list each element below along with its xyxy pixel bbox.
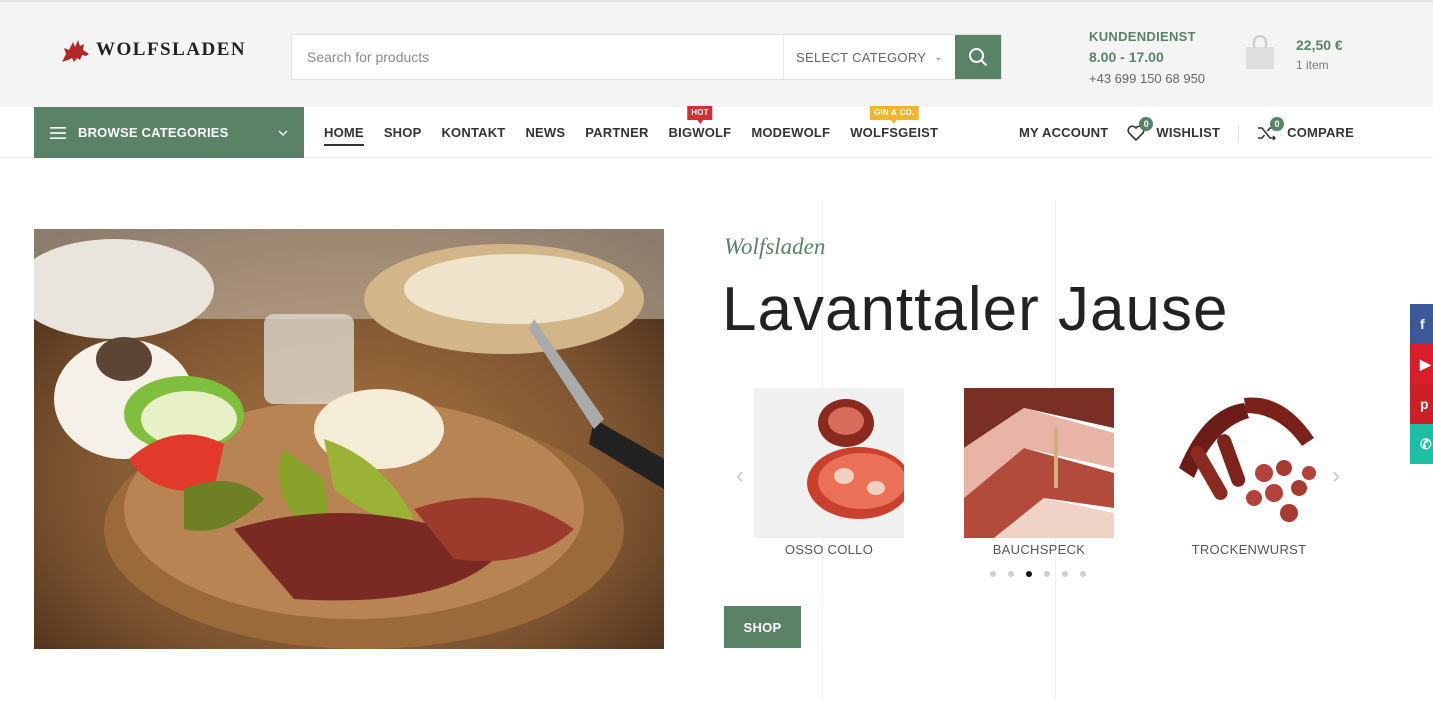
menu-list: HOME SHOP KONTAKT NEWS PARTNER HOT BIGWO… <box>324 106 939 158</box>
search-bar: SELECT CATEGORY ⌄ <box>291 34 1002 80</box>
search-input[interactable] <box>292 35 783 79</box>
cart-total: 22,50 € <box>1296 37 1343 53</box>
cart[interactable]: 22,50 € 1 item <box>1244 35 1343 75</box>
search-button[interactable] <box>955 35 1001 79</box>
nav-item-label: BIGWOLF <box>668 125 732 140</box>
nav-item-shop[interactable]: SHOP <box>384 119 422 146</box>
category-select-label: SELECT CATEGORY <box>796 49 927 65</box>
hamburger-icon <box>50 126 66 139</box>
search-icon <box>969 48 988 67</box>
chevron-down-icon: ⌄ <box>934 51 943 63</box>
carousel-dot[interactable] <box>1080 571 1086 577</box>
nav-item-home[interactable]: HOME <box>324 119 364 146</box>
wishlist-link[interactable]: 0 WISHLIST <box>1126 116 1221 143</box>
nav-item-label: PARTNER <box>585 125 649 140</box>
product-image[interactable] <box>964 388 1114 538</box>
wolf-icon <box>62 40 89 62</box>
gin-badge: GIN & CO. <box>869 106 919 124</box>
customer-service: KUNDENDIENST 8.00 - 17.00 +43 699 150 68… <box>1089 26 1205 89</box>
shopping-bag-icon <box>1246 35 1274 69</box>
category-select[interactable]: SELECT CATEGORY ⌄ <box>783 35 955 79</box>
nav-item-label: SHOP <box>383 125 422 140</box>
nav-item-wolfsgeist[interactable]: GIN & CO. WOLFSGEIST <box>850 106 939 146</box>
service-title: KUNDENDIENST <box>1089 29 1196 44</box>
facebook-icon[interactable]: f <box>1410 304 1433 344</box>
nav-item-partner[interactable]: PARTNER <box>585 119 648 146</box>
pinterest-icon[interactable]: p <box>1410 384 1433 424</box>
carousel-prev-button[interactable]: ‹ <box>736 462 744 490</box>
product-card[interactable]: OSSO COLLO <box>754 388 904 557</box>
hot-badge: HOT <box>687 106 713 124</box>
hero-subtitle: Wolfsladen <box>724 234 826 259</box>
hero-food-image <box>34 229 664 649</box>
wishlist-label: WISHLIST <box>1156 125 1221 140</box>
nav-item-bigwolf[interactable]: HOT BIGWOLF <box>668 106 732 146</box>
divider <box>1238 123 1240 142</box>
logo-text: WOLFSLADEN <box>96 39 247 60</box>
browse-categories-label: BROWSE CATEGORIES <box>78 125 229 140</box>
carousel-dot[interactable] <box>1008 571 1014 577</box>
product-card[interactable]: BAUCHSPECK <box>964 388 1114 557</box>
carousel-next-button[interactable]: › <box>1332 462 1340 490</box>
shop-button[interactable]: SHOP <box>724 606 801 648</box>
compare-link[interactable]: 0 COMPARE <box>1257 116 1354 143</box>
wishlist-count: 0 <box>1139 116 1154 131</box>
product-name[interactable]: OSSO COLLO <box>754 542 904 557</box>
my-account-label: MY ACCOUNT <box>1019 125 1109 140</box>
cart-items-count: 1 item <box>1296 58 1329 72</box>
nav-item-label: WOLFSGEIST <box>850 125 939 140</box>
logo[interactable]: WOLFSLADEN <box>60 36 246 64</box>
carousel-dot[interactable] <box>1044 571 1050 577</box>
product-card[interactable]: TROCKENWURST <box>1174 388 1324 557</box>
chevron-down-icon <box>278 130 288 136</box>
product-image[interactable] <box>754 388 904 538</box>
top-header: WOLFSLADEN SELECT CATEGORY ⌄ KUNDENDIENS… <box>0 0 1433 107</box>
product-name[interactable]: BAUCHSPECK <box>964 542 1114 557</box>
youtube-icon[interactable]: ▶ <box>1410 344 1433 384</box>
nav-item-modewolf[interactable]: MODEWOLF <box>751 119 830 146</box>
main-navigation: BROWSE CATEGORIES HOME SHOP KONTAKT NEWS… <box>0 106 1433 158</box>
hero-title: Lavanttaler Jause <box>722 275 1229 344</box>
whatsapp-icon[interactable]: ✆ <box>1410 424 1433 464</box>
product-name[interactable]: TROCKENWURST <box>1174 542 1324 557</box>
nav-item-label: HOME <box>324 125 364 140</box>
carousel-dot-active[interactable] <box>1026 571 1032 577</box>
carousel-dot[interactable] <box>990 571 996 577</box>
nav-item-label: KONTAKT <box>441 125 506 140</box>
social-sidebar: f ▶ p ✆ <box>1410 304 1433 464</box>
carousel-pagination <box>990 571 1086 577</box>
account-menu: MY ACCOUNT 0 WISHLIST 0 COMPARE <box>1019 107 1354 158</box>
product-carousel: ‹ OSSO COLLO BAUCHSPECK TROCKENWURST › <box>734 388 1348 588</box>
nav-item-label: MODEWOLF <box>751 125 831 140</box>
my-account-link[interactable]: MY ACCOUNT <box>1019 125 1108 140</box>
service-phone[interactable]: +43 699 150 68 950 <box>1089 68 1205 89</box>
compare-label: COMPARE <box>1287 125 1354 140</box>
nav-item-kontakt[interactable]: KONTAKT <box>441 119 505 146</box>
nav-item-label: NEWS <box>525 125 566 140</box>
product-image[interactable] <box>1174 388 1324 538</box>
carousel-dot[interactable] <box>1062 571 1068 577</box>
browse-categories-button[interactable]: BROWSE CATEGORIES <box>34 107 304 158</box>
service-hours: 8.00 - 17.00 <box>1089 49 1164 65</box>
compare-count: 0 <box>1270 116 1285 131</box>
nav-item-news[interactable]: NEWS <box>525 119 565 146</box>
